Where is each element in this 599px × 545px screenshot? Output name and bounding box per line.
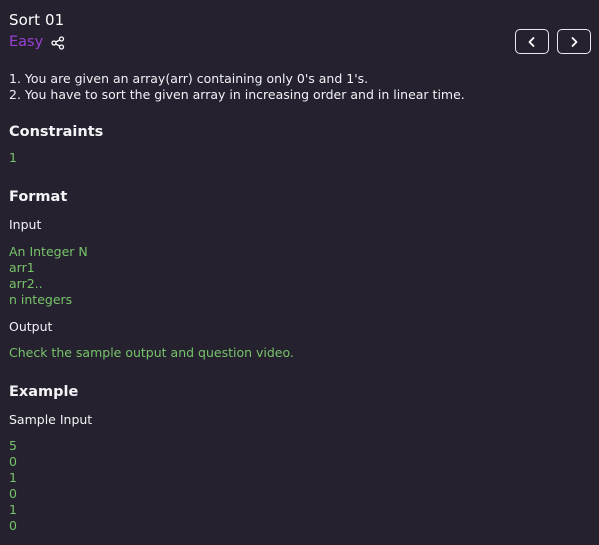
- constraints-heading: Constraints: [9, 124, 104, 140]
- input-format: An Integer N arr1 arr2.. n integers: [9, 244, 88, 308]
- input-format-line: n integers: [9, 292, 73, 307]
- constraints-value: 1: [9, 150, 17, 165]
- problem-nav: [515, 29, 591, 54]
- output-format: Check the sample output and question vid…: [9, 345, 294, 360]
- sample-input: 5 0 1 0 1 0: [9, 438, 17, 534]
- sample-input-label: Sample Input: [9, 412, 93, 427]
- difficulty-badge: Easy: [9, 34, 44, 50]
- next-problem-button[interactable]: [557, 29, 591, 54]
- format-heading: Format: [9, 189, 68, 205]
- sample-input-line: 5: [9, 438, 17, 453]
- difficulty-row: Easy: [9, 34, 65, 50]
- problem-title: Sort 01: [9, 11, 65, 29]
- description-line: 2. You have to sort the given array in i…: [9, 87, 465, 102]
- input-format-line: An Integer N: [9, 244, 88, 259]
- input-label: Input: [9, 217, 42, 232]
- sample-input-line: 1: [9, 470, 17, 485]
- chevron-right-icon: [571, 36, 578, 47]
- sample-input-line: 1: [9, 502, 17, 517]
- description-line: 1. You are given an array(arr) containin…: [9, 71, 369, 86]
- problem-page: Sort 01 Easy 1. You are given an array(a…: [0, 0, 599, 545]
- example-heading: Example: [9, 384, 79, 400]
- input-format-line: arr1: [9, 260, 35, 275]
- problem-description: 1. You are given an array(arr) containin…: [9, 71, 465, 103]
- input-format-line: arr2..: [9, 276, 43, 291]
- sample-input-line: 0: [9, 518, 17, 533]
- output-label: Output: [9, 319, 53, 334]
- prev-problem-button[interactable]: [515, 29, 549, 54]
- share-icon[interactable]: [51, 35, 65, 50]
- sample-input-line: 0: [9, 486, 17, 501]
- chevron-left-icon: [528, 36, 535, 47]
- sample-input-line: 0: [9, 454, 17, 469]
